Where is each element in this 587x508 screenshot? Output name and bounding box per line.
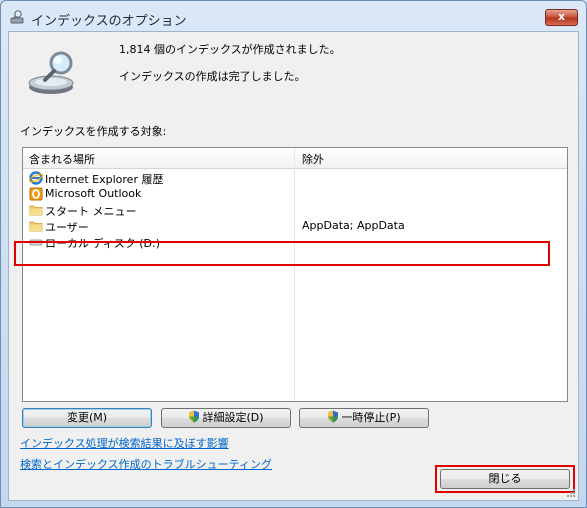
close-button[interactable]: 閉じる bbox=[440, 469, 570, 489]
folder-icon bbox=[29, 205, 43, 216]
column-header-excluded[interactable]: 除外 bbox=[302, 151, 324, 167]
section-label: インデックスを作成する対象: bbox=[20, 125, 167, 138]
close-button-label: 閉じる bbox=[488, 472, 522, 485]
window-title: インデックスのオプション bbox=[31, 14, 187, 29]
indexing-drive-magnifier-icon bbox=[28, 51, 74, 94]
resize-grip-icon[interactable] bbox=[566, 488, 576, 498]
uac-shield-icon bbox=[189, 410, 200, 423]
modify-button[interactable]: 変更(M) bbox=[22, 408, 152, 428]
troubleshoot-link[interactable]: 検索とインデックス作成のトラブルシューティング bbox=[20, 456, 272, 472]
list-header: 含まれる場所 除外 bbox=[23, 148, 567, 169]
location-name: ユーザー bbox=[45, 221, 89, 234]
advanced-button-label: 詳細設定(D) bbox=[202, 411, 264, 424]
excluded-folders: AppData; AppData bbox=[302, 219, 405, 232]
close-icon: x bbox=[557, 10, 566, 23]
indexed-count-text: 1,814 個のインデックスが作成されました。 bbox=[119, 43, 341, 56]
list-item[interactable]: ユーザー AppData; AppData bbox=[23, 218, 567, 234]
column-header-included[interactable]: 含まれる場所 bbox=[29, 151, 95, 167]
modify-button-label: 変更(M) bbox=[66, 411, 108, 424]
location-name: Microsoft Outlook bbox=[45, 187, 142, 200]
folder-icon bbox=[29, 221, 43, 232]
pause-button-label: 一時停止(P) bbox=[341, 411, 401, 424]
list-item[interactable]: Microsoft Outlook bbox=[23, 186, 567, 202]
outlook-icon bbox=[29, 187, 43, 201]
advanced-button[interactable]: 詳細設定(D) bbox=[161, 408, 291, 428]
close-window-button[interactable]: x bbox=[545, 9, 578, 26]
pause-button[interactable]: 一時停止(P) bbox=[299, 408, 429, 428]
indexing-effect-link[interactable]: インデックス処理が検索結果に及ぼす影響 bbox=[20, 435, 229, 451]
list-item[interactable]: Internet Explorer 履歴 bbox=[23, 170, 567, 186]
list-item[interactable]: スタート メニュー bbox=[23, 202, 567, 218]
location-name: Internet Explorer 履歴 bbox=[45, 173, 164, 186]
indexing-status-text: インデックスの作成は完了しました。 bbox=[119, 70, 306, 83]
dialog-client-area: 1,814 個のインデックスが作成されました。 インデックスの作成は完了しました… bbox=[8, 31, 579, 501]
indexing-options-window: インデックスのオプション x 1,814 個のインデックスが作成されました。 イ… bbox=[0, 0, 587, 508]
uac-shield-icon bbox=[328, 410, 339, 423]
included-locations-list[interactable]: 含まれる場所 除外 Internet Explorer 履歴 Microsoft… bbox=[22, 147, 568, 402]
title-bar[interactable]: インデックスのオプション x bbox=[1, 1, 586, 31]
indexing-options-icon bbox=[10, 10, 24, 24]
internet-explorer-icon bbox=[29, 171, 43, 185]
location-name: スタート メニュー bbox=[45, 205, 137, 218]
highlight-box-local-disk bbox=[14, 241, 550, 266]
